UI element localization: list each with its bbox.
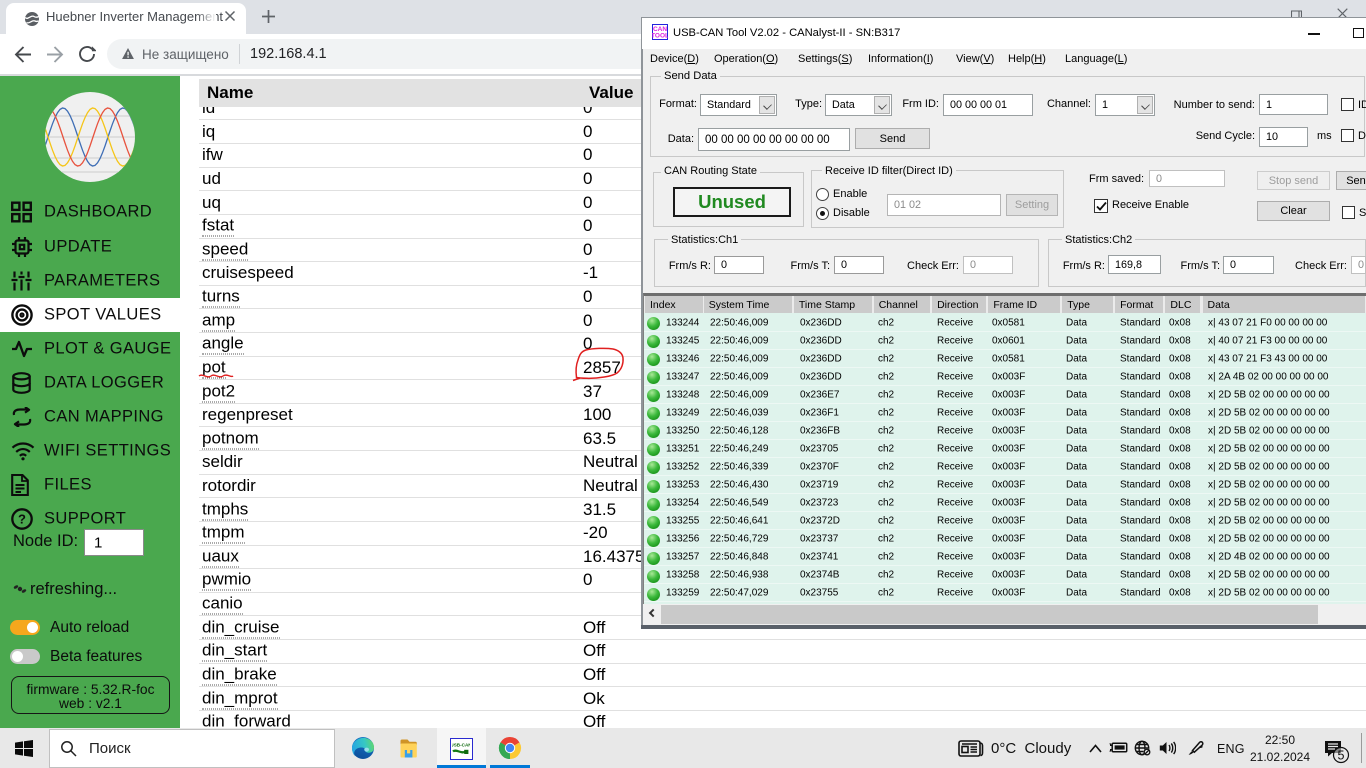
svg-text:USB-CAN: USB-CAN — [452, 743, 470, 748]
svg-text:5: 5 — [1338, 749, 1345, 763]
svg-text:?: ? — [18, 512, 26, 527]
svg-text:TOOL: TOOL — [652, 33, 668, 40]
